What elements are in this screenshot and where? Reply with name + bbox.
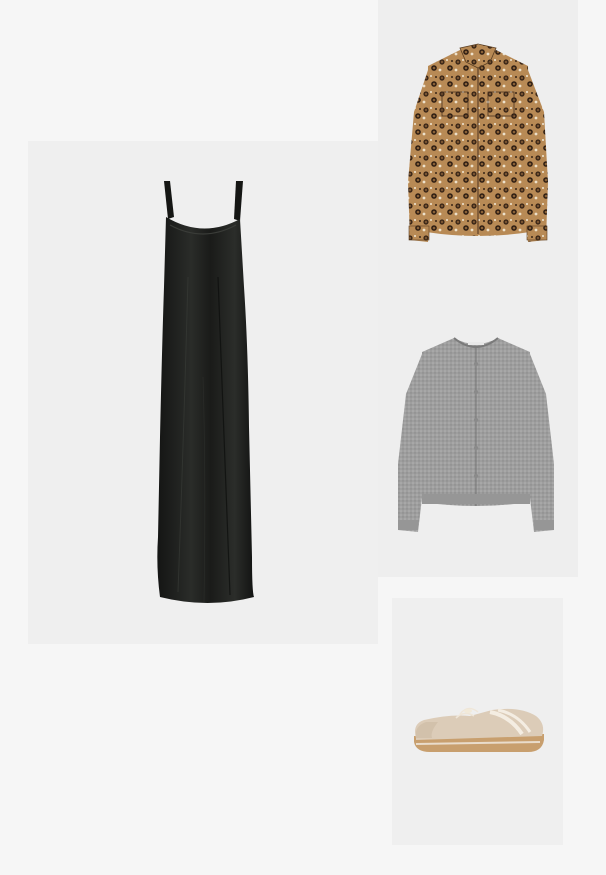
tops-tile[interactable]: leopard print shirt bbox=[378, 0, 578, 577]
grey-cardigan-image[interactable] bbox=[396, 334, 556, 534]
sneaker-label: beige suede sneaker bbox=[392, 598, 393, 599]
black-slip-dress-image[interactable] bbox=[148, 177, 258, 609]
leopard-shirt-illustration bbox=[408, 43, 548, 242]
cardigan-illustration bbox=[398, 337, 554, 532]
dress-tile[interactable]: black satin slip dress bbox=[28, 141, 378, 644]
beige-sneaker-image[interactable] bbox=[410, 698, 545, 758]
dress-label: black satin slip dress bbox=[28, 141, 29, 142]
dress-illustration bbox=[157, 181, 254, 603]
outfit-collage: { "collage": { "background": "#f6f6f6", … bbox=[0, 0, 606, 875]
shoe-tile[interactable]: beige suede sneaker bbox=[392, 598, 563, 845]
leopard-shirt-label: leopard print shirt bbox=[378, 0, 379, 1]
sneaker-illustration bbox=[414, 707, 544, 752]
leopard-shirt-image[interactable] bbox=[406, 42, 550, 245]
cardigan-label: grey knit cardigan bbox=[378, 0, 379, 1]
